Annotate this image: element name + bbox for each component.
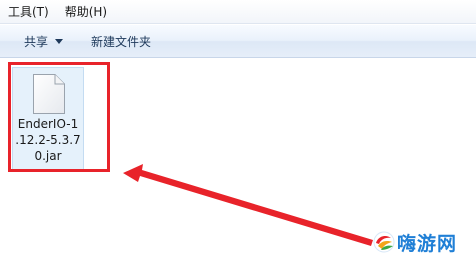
watermark-text: 嗨游网 — [397, 233, 458, 255]
watermark: 嗨游网 — [370, 224, 476, 260]
haiyou-logo-icon — [373, 231, 395, 253]
